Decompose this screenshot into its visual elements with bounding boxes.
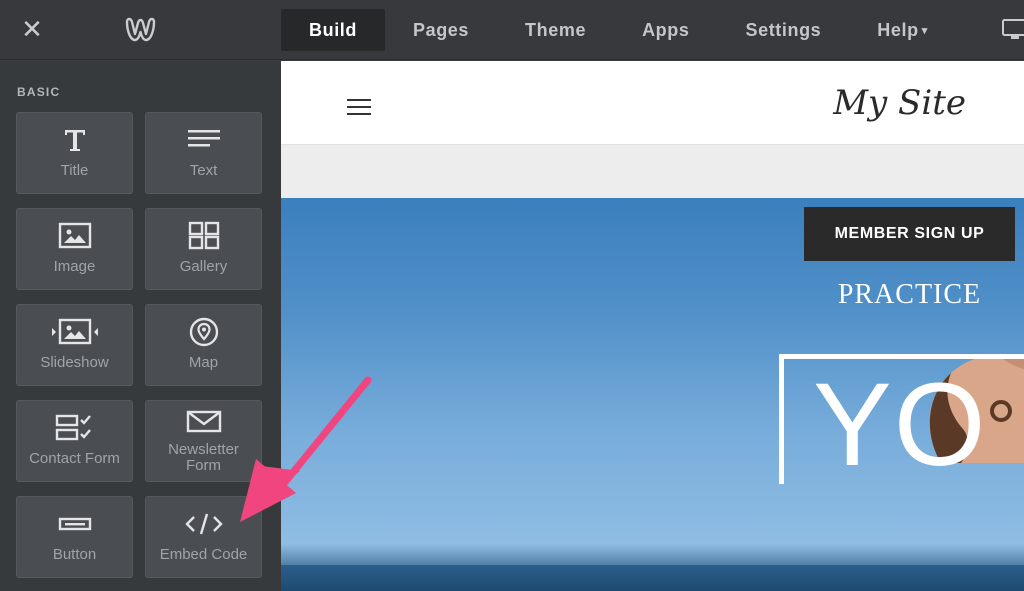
hamburger-menu-icon[interactable] <box>347 99 371 117</box>
tab-help[interactable]: Help ▾ <box>849 9 948 51</box>
element-button[interactable]: Button <box>16 496 133 578</box>
text-icon <box>187 130 220 147</box>
hero-tagline[interactable]: PRACTICE <box>804 279 1015 311</box>
site-preview-canvas: My Site MEMBER SIGN UP PRACTICE YO <box>281 61 1024 591</box>
element-title-label: Title <box>60 162 89 179</box>
member-sign-up-button[interactable]: MEMBER SIGN UP <box>804 207 1015 261</box>
element-contact-form-label: Contact Form <box>29 450 120 467</box>
section-label-basic: BASIC <box>17 85 61 99</box>
element-slideshow-label: Slideshow <box>40 354 109 371</box>
desktop-monitor-icon[interactable] <box>1001 18 1024 42</box>
site-header: My Site <box>281 61 1024 145</box>
element-gallery[interactable]: Gallery <box>145 208 262 290</box>
element-title[interactable]: Title <box>16 112 133 194</box>
element-newsletter-form-label: Newsletter Form <box>146 442 261 474</box>
chevron-down-icon: ▾ <box>921 25 928 38</box>
tab-apps[interactable]: Apps <box>614 9 717 51</box>
tab-help-label: Help <box>877 20 919 40</box>
top-toolbar: ✕ Build Pages Theme Apps Settings Help ▾ <box>0 0 1024 60</box>
site-title[interactable]: My Site <box>833 83 966 123</box>
element-newsletter-form-label-line2: Form <box>186 457 221 474</box>
gallery-icon <box>188 221 219 250</box>
tab-pages[interactable]: Pages <box>385 9 497 51</box>
tab-theme[interactable]: Theme <box>497 9 614 51</box>
element-newsletter-form[interactable]: Newsletter Form <box>145 400 262 482</box>
slideshow-icon <box>51 318 98 345</box>
element-image-label: Image <box>53 258 96 275</box>
element-newsletter-form-label-line1: Newsletter <box>168 441 239 458</box>
element-embed-code[interactable]: Embed Code <box>145 496 262 578</box>
element-map-label: Map <box>188 354 219 371</box>
element-text-label: Text <box>189 162 218 179</box>
code-icon <box>184 513 223 535</box>
image-icon <box>58 222 91 249</box>
title-icon <box>64 130 85 151</box>
contact-form-icon <box>55 414 91 441</box>
element-slideshow[interactable]: Slideshow <box>16 304 133 386</box>
element-button-label: Button <box>52 546 97 563</box>
hero-headline[interactable]: YO <box>813 366 988 484</box>
element-gallery-label: Gallery <box>179 258 228 275</box>
element-embed-code-label: Embed Code <box>159 546 248 563</box>
weebly-logo-icon[interactable] <box>123 14 157 46</box>
element-sidebar: BASIC Title Text Image Gallery Slideshow… <box>0 61 281 591</box>
element-contact-form[interactable]: Contact Form <box>16 400 133 482</box>
close-icon[interactable]: ✕ <box>14 14 50 46</box>
map-pin-icon <box>189 317 218 347</box>
element-image[interactable]: Image <box>16 208 133 290</box>
tab-settings[interactable]: Settings <box>717 9 849 51</box>
element-map[interactable]: Map <box>145 304 262 386</box>
main-nav: Build Pages Theme Apps Settings Help ▾ <box>281 9 948 51</box>
envelope-icon <box>186 410 221 433</box>
element-text[interactable]: Text <box>145 112 262 194</box>
button-icon <box>58 517 91 531</box>
tab-build[interactable]: Build <box>281 9 385 51</box>
hero-sea <box>281 565 1024 591</box>
